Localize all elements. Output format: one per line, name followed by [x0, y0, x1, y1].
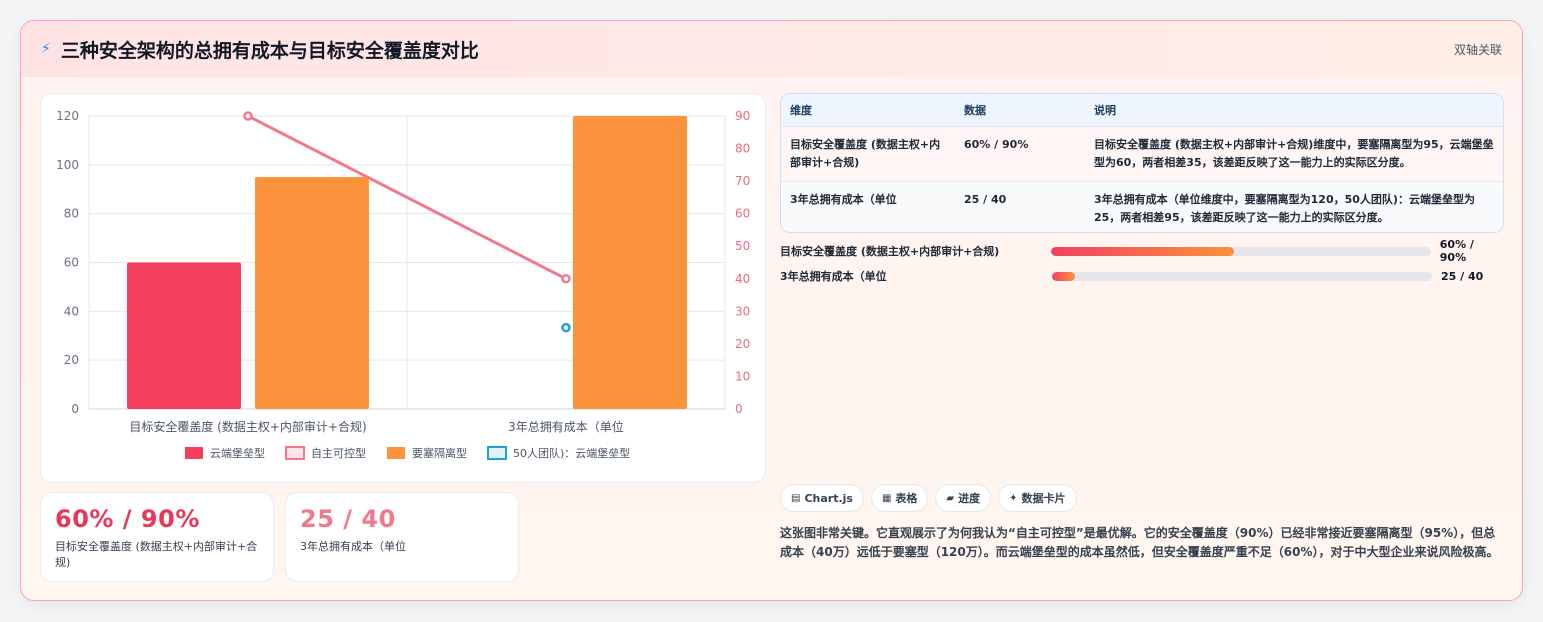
cell-data: 25 / 40 — [964, 192, 1007, 206]
table-row: 3年总拥有成本（单位 25 / 40 3年总拥有成本（单位维度中，要塞隔离型为1… — [781, 181, 1503, 232]
chip-chartjs[interactable]: ▤ Chart.js — [780, 484, 864, 512]
legend-label: 自主可控型 — [311, 446, 366, 460]
line-point — [561, 322, 571, 333]
chip-data-card[interactable]: ✦ 数据卡片 — [998, 484, 1077, 512]
table-row: 目标安全覆盖度 (数据主权+内部审计+合规) 60% / 90% 目标安全覆盖度… — [781, 126, 1503, 181]
cell-dimension: 3年总拥有成本（单位 — [790, 192, 897, 206]
bar — [255, 177, 369, 409]
y-tick-label: 40 — [64, 304, 79, 318]
x-tick-label: 3年总拥有成本（单位 — [508, 419, 624, 434]
col-header-note: 说明 — [1094, 103, 1116, 117]
y2-tick-label: 70 — [735, 174, 750, 188]
stat-card-cost: 25 / 40 3年总拥有成本（单位 — [285, 492, 519, 582]
progress-fill — [1051, 246, 1234, 256]
combo-chart: 0 20 40 60 80 100 120 0 10 20 30 40 50 60 70 80 90 目标安全覆盖… — [56, 109, 750, 460]
y2-tick-label: 0 — [735, 402, 743, 416]
cell-data: 60% / 90% — [964, 137, 1029, 151]
legend-swatch — [487, 446, 507, 460]
chip-label: Chart.js — [804, 491, 853, 505]
stat-label: 3年总拥有成本（单位 — [300, 540, 406, 553]
view-chips: ▤ Chart.js ▦ 表格 ▰ 进度 ✦ 数据卡片 — [780, 484, 1077, 512]
y-tick-label: 0 — [71, 402, 79, 416]
chart-panel: 0 20 40 60 80 100 120 0 10 20 30 40 50 60 70 80 90 目标安全覆盖… — [40, 93, 766, 483]
progress-label: 目标安全覆盖度 (数据主权+内部审计+合规) — [780, 245, 1000, 258]
y2-tick-label: 20 — [735, 337, 750, 351]
stat-value: 25 / 40 — [300, 505, 396, 533]
stat-label: 目标安全覆盖度 (数据主权+内部审计+合规) — [55, 540, 258, 569]
y-tick-label: 80 — [64, 207, 79, 221]
y2-tick-label: 40 — [735, 272, 750, 286]
table-header-row: 维度 数据 说明 — [781, 94, 1503, 126]
y-tick-label: 120 — [56, 109, 79, 123]
chip-label: 表格 — [895, 492, 918, 505]
y2-tick-label: 30 — [735, 304, 750, 318]
sparkle-icon: ✦ — [1009, 492, 1018, 504]
col-header-data: 数据 — [964, 103, 986, 117]
progress-value: 60% / 90% — [1439, 238, 1474, 264]
progress-track — [1052, 271, 1432, 281]
line-point — [243, 111, 253, 121]
description-text: 这张图非常关键。它直观展示了为何我认为“自主可控型”是最优解。它的安全覆盖度（9… — [780, 526, 1499, 559]
chip-table[interactable]: ▦ 表格 — [870, 484, 929, 512]
bar — [127, 262, 241, 409]
comparison-card: ⚡ 三种安全架构的总拥有成本与目标安全覆盖度对比 双轴关联 0 20 40 60 80 1… — [20, 20, 1523, 601]
progress-row-cost: 3年总拥有成本（单位 25 / 40 — [780, 267, 1504, 285]
page-title: 三种安全架构的总拥有成本与目标安全覆盖度对比 — [60, 39, 479, 62]
y2-tick-label: 10 — [735, 369, 750, 383]
table-icon: ▦ — [881, 492, 892, 504]
x-tick-label: 目标安全覆盖度 (数据主权+内部审计+合规) — [129, 419, 366, 434]
y-tick-label: 60 — [64, 256, 79, 270]
bar — [573, 116, 687, 409]
cell-note: 目标安全覆盖度 (数据主权+内部审计+合规)维度中，要塞隔离型为95，云端堡垒型… — [1094, 137, 1494, 169]
legend-label: 云端堡垒型 — [210, 446, 265, 460]
y-tick-label: 100 — [56, 158, 79, 172]
legend-swatch — [387, 447, 405, 459]
chart-icon: ▤ — [791, 492, 801, 504]
progress-fill — [1052, 271, 1075, 281]
cell-dimension: 目标安全覆盖度 (数据主权+内部审计+合规) — [790, 137, 941, 169]
chip-label: 数据卡片 — [1021, 492, 1066, 505]
y-tick-label: 20 — [64, 353, 79, 367]
legend-label: 要塞隔离型 — [412, 446, 467, 460]
progress-value: 25 / 40 — [1441, 269, 1484, 283]
y2-tick-label: 80 — [735, 142, 750, 156]
y2-tick-label: 90 — [735, 109, 750, 123]
stat-value: 60% / 90% — [55, 505, 200, 533]
card-header: ⚡ 三种安全架构的总拥有成本与目标安全覆盖度对比 双轴关联 — [21, 21, 1522, 77]
progress-icon: ▰ — [946, 492, 955, 504]
progress-row-coverage: 目标安全覆盖度 (数据主权+内部审计+合规) 60% / 90% — [780, 238, 1504, 264]
y2-tick-label: 50 — [735, 239, 750, 253]
legend-label: 50人团队)：云端堡垒型 — [513, 446, 630, 460]
progress-track — [1051, 246, 1431, 256]
cell-note: 3年总拥有成本（单位维度中，要塞隔离型为120，50人团队)：云端堡垒型为25，… — [1094, 192, 1475, 224]
progress-label: 3年总拥有成本（单位 — [780, 270, 887, 283]
data-table: 维度 数据 说明 目标安全覆盖度 (数据主权+内部审计+合规) 60% / 90… — [780, 93, 1504, 233]
stat-card-coverage: 60% / 90% 目标安全覆盖度 (数据主权+内部审计+合规) — [40, 492, 274, 582]
y2-tick-label: 60 — [735, 207, 750, 221]
chip-label: 进度 — [958, 492, 981, 505]
col-header-dimension: 维度 — [790, 103, 812, 117]
bolt-icon: ⚡ — [41, 41, 51, 57]
legend-swatch — [185, 447, 203, 459]
legend-swatch — [285, 446, 305, 460]
line-point — [561, 274, 571, 284]
chip-progress[interactable]: ▰ 进度 — [935, 484, 992, 512]
dual-axis-tag: 双轴关联 — [1453, 43, 1502, 57]
